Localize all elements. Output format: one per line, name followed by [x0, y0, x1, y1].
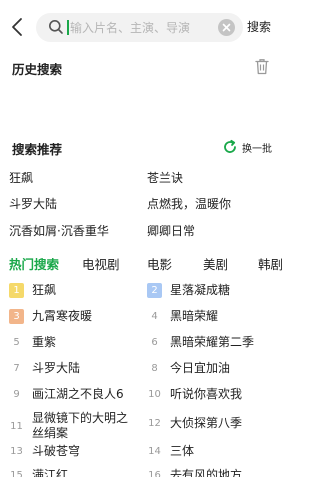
ranking-item[interactable]: 2 星落凝成糖: [147, 279, 230, 301]
history-title: 历史搜索: [12, 62, 63, 77]
back-icon[interactable]: [9, 16, 29, 38]
trash-icon[interactable]: [254, 58, 270, 75]
rank-title: 重紫: [32, 334, 57, 349]
rank-title: 星落凝成糖: [170, 282, 231, 297]
search-box[interactable]: [36, 13, 243, 42]
rank-title: 去有风的地方: [170, 467, 243, 477]
recommend-title: 搜索推荐: [12, 142, 63, 157]
ranking-item[interactable]: 7 斗罗大陆: [9, 357, 80, 379]
rank-badge: 12: [148, 417, 161, 429]
category-tabs: 热门搜索 电视剧 电影 美剧 韩剧: [0, 254, 283, 276]
ranking-item[interactable]: 5 重紫: [9, 331, 56, 353]
rank-badge: 11: [10, 420, 23, 432]
rank-badge: 9: [13, 388, 20, 400]
rank-badge: 16: [148, 469, 161, 477]
tab-tv-series[interactable]: 电视剧: [82, 254, 120, 273]
rank-badge: 14: [148, 445, 161, 457]
ranking-item[interactable]: 1 狂飙: [9, 279, 56, 301]
ranking-item[interactable]: 10 听说你喜欢我: [147, 383, 242, 405]
rank-title: 听说你喜欢我: [170, 386, 243, 401]
ranking-item[interactable]: 8 今日宜加油: [147, 357, 230, 379]
refresh-icon: [222, 139, 238, 155]
text-caret: [67, 20, 69, 35]
rank-badge: 15: [10, 469, 23, 477]
search-icon: [48, 19, 64, 35]
ranking-item[interactable]: 14 三体: [147, 440, 194, 462]
rank-badge: 1: [9, 282, 24, 298]
recommend-item[interactable]: 卿卿日常: [147, 222, 195, 239]
search-input[interactable]: [70, 17, 216, 38]
ranking-item[interactable]: 11 显微镜下的大明之丝绢案: [9, 410, 137, 442]
rank-title: 狂飙: [32, 282, 57, 297]
rank-badge: 8: [151, 362, 158, 374]
recommend-item[interactable]: 斗罗大陆: [9, 195, 57, 212]
recommend-item[interactable]: 狂飙: [9, 169, 33, 186]
clear-icon[interactable]: [218, 19, 235, 36]
rank-badge: 7: [13, 362, 20, 374]
ranking-item[interactable]: 3 九霄寒夜暖: [9, 305, 92, 327]
rank-title: 大侦探第八季: [170, 415, 243, 430]
rank-title: 今日宜加油: [170, 360, 231, 375]
rank-title: 满江红: [32, 467, 69, 477]
ranking-item[interactable]: 6 黑暗荣耀第二季: [147, 331, 254, 353]
ranking-item[interactable]: 12 大侦探第八季: [147, 412, 242, 434]
rank-title: 斗破苍穹: [32, 443, 81, 458]
rank-badge: 13: [10, 445, 23, 457]
tab-hot-search[interactable]: 热门搜索: [9, 254, 59, 273]
refresh-button[interactable]: 换一批: [222, 138, 272, 156]
rank-badge: 5: [13, 336, 20, 348]
rank-title: 黑暗荣耀第二季: [170, 334, 255, 349]
rank-title: 三体: [170, 443, 195, 458]
ranking-item[interactable]: 4 黑暗荣耀: [147, 305, 218, 327]
ranking-item[interactable]: 15 满江红: [9, 464, 68, 477]
rank-badge: 4: [151, 310, 158, 322]
rank-title: 显微镜下的大明之丝绢案: [32, 411, 129, 440]
rank-title: 画江湖之不良人6: [32, 386, 124, 401]
recommend-item[interactable]: 苍兰诀: [147, 169, 183, 186]
ranking-item[interactable]: 13 斗破苍穹: [9, 440, 80, 462]
recommend-item[interactable]: 点燃我，温暖你: [147, 195, 231, 212]
tab-movies[interactable]: 电影: [147, 254, 172, 273]
rank-badge: 10: [148, 388, 161, 400]
rank-title: 九霄寒夜暖: [32, 308, 93, 323]
tab-k-drama[interactable]: 韩剧: [258, 254, 283, 273]
recommend-item[interactable]: 沉香如屑·沉香重华: [9, 222, 109, 239]
ranking-item[interactable]: 16 去有风的地方: [147, 464, 242, 477]
rank-badge: 3: [9, 308, 24, 324]
rank-badge: 2: [147, 282, 162, 298]
tab-us-drama[interactable]: 美剧: [203, 254, 228, 273]
rank-badge: 6: [151, 336, 158, 348]
rank-title: 斗罗大陆: [32, 360, 81, 375]
refresh-label: 换一批: [242, 143, 272, 155]
search-button[interactable]: 搜索: [247, 18, 277, 35]
top-bar: 搜索: [0, 0, 281, 54]
ranking-item[interactable]: 9 画江湖之不良人6: [9, 383, 124, 405]
rank-title: 黑暗荣耀: [170, 308, 219, 323]
